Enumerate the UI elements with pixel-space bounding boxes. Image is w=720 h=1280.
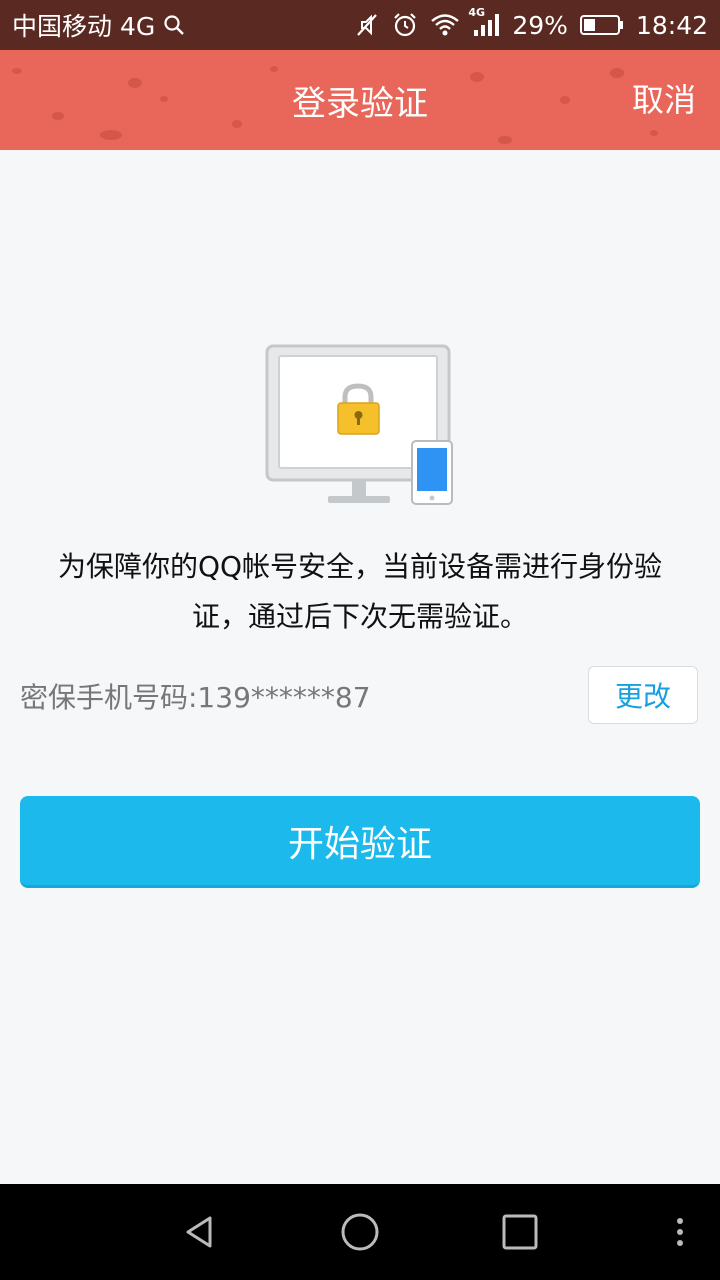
battery-percent: 29% [512,10,568,40]
alarm-icon [392,12,418,38]
back-icon[interactable] [170,1202,230,1262]
security-phone-label: 密保手机号码:139******87 [20,681,371,714]
page-title: 登录验证 [292,83,428,124]
wifi-icon [430,13,460,37]
navigation-bar [0,1184,720,1280]
security-message: 为保障你的QQ帐号安全，当前设备需进行身份验 证，通过后下次无需验证。 [30,542,690,642]
clock: 18:42 [635,10,708,40]
battery-icon [579,14,624,36]
network-type-badge: 4G [468,6,486,19]
title-bar: 登录验证 取消 [0,50,720,150]
verification-illustration [264,343,456,507]
status-bar: 中国移动 4G 4G 29% 18:42 [0,0,720,50]
cancel-button[interactable]: 取消 [632,50,696,146]
signal-icon: 4G [468,6,500,38]
message-line: 为保障你的QQ帐号安全，当前设备需进行身份验 [57,550,663,583]
search-icon [163,14,185,36]
carrier-label: 中国移动 4G [12,12,156,41]
more-icon[interactable] [650,1202,710,1262]
change-phone-button[interactable]: 更改 [588,666,698,724]
start-verification-button[interactable]: 开始验证 [20,796,700,888]
recents-icon[interactable] [490,1202,550,1262]
mute-icon [354,12,380,38]
phone-icon [411,440,453,505]
home-icon[interactable] [330,1202,390,1262]
message-line: 证，通过后下次无需验证。 [191,600,528,633]
